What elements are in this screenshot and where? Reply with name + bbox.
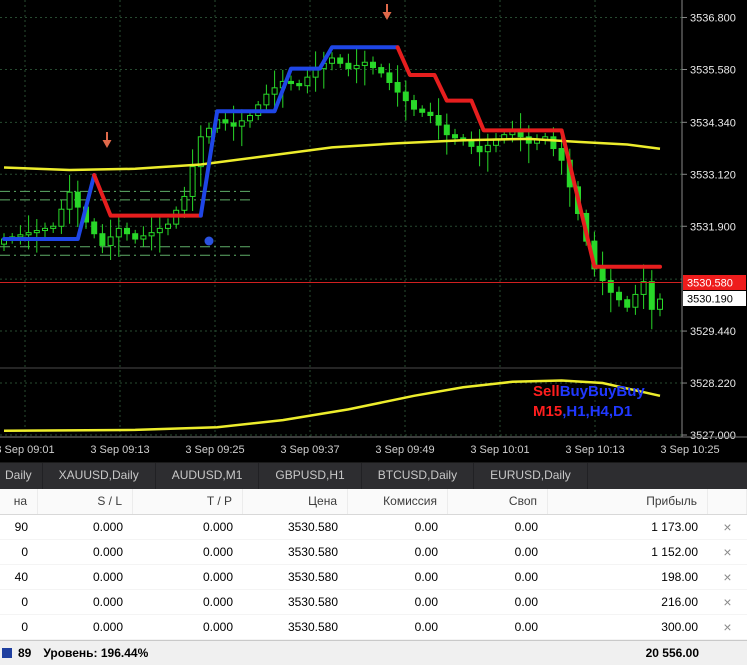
- price-axis-label: 3536.800: [690, 13, 736, 25]
- time-axis-label: 3 Sep 10:25: [660, 444, 719, 456]
- cell-profit: 300.00: [661, 620, 698, 634]
- time-axis-label: 3 Sep 10:01: [470, 444, 529, 456]
- cell-tp: 0.000: [202, 545, 233, 559]
- chart-tab-eurusd-daily[interactable]: EURUSD,Daily: [474, 463, 588, 489]
- price-chart[interactable]: SellBuyBuyBuy M15,H1,H4,D1 3536.800 3535.58…: [0, 0, 747, 462]
- chart-canvas[interactable]: SellBuyBuyBuy M15,H1,H4,D1 3536.800 3535.58…: [0, 0, 747, 462]
- time-axis-label: 3 Sep 09:01: [0, 444, 55, 456]
- signal-direction-label: SellBuyBuyBuy: [533, 383, 645, 400]
- trade-row[interactable]: 0 0.000 0.000 3530.580 0.00 0.00 1 152.00 ×: [0, 540, 747, 565]
- cell-swap: 0.00: [514, 620, 538, 634]
- chart-tabs-bar: Daily XAUUSD,Daily AUDUSD,M1 GBPUSD,H1 BTCUS…: [0, 462, 747, 489]
- price-axis-label: 3531.900: [690, 221, 736, 233]
- trade-row[interactable]: 90 0.000 0.000 3530.580 0.00 0.00 1 173.00 ×: [0, 515, 747, 540]
- close-position-button[interactable]: ×: [708, 515, 747, 539]
- svg-text:3530.580: 3530.580: [687, 277, 733, 289]
- price-axis-label: 3534.340: [690, 117, 736, 129]
- close-position-button[interactable]: ×: [708, 615, 747, 639]
- cell-commission: 0.00: [414, 520, 438, 534]
- column-header-7[interactable]: [708, 489, 747, 514]
- total-profit-value: 20 556.00: [645, 646, 699, 660]
- chart-tab-audusd-m1[interactable]: AUDUSD,M1: [156, 463, 260, 489]
- timeframes-label: M15,H1,H4,D1: [533, 403, 632, 420]
- cell-sl: 0.000: [92, 620, 123, 634]
- cell-open: 90: [14, 520, 28, 534]
- time-axis-label: 3 Sep 09:13: [90, 444, 149, 456]
- cell-swap: 0.00: [514, 545, 538, 559]
- connection-icon: [2, 648, 12, 658]
- cell-open: 40: [14, 570, 28, 584]
- price-axis-label: 3527.000: [690, 430, 736, 442]
- trade-row[interactable]: 0 0.000 0.000 3530.580 0.00 0.00 216.00 ×: [0, 590, 747, 615]
- cell-profit: 1 173.00: [651, 520, 698, 534]
- column-header-2[interactable]: T / P: [133, 489, 243, 514]
- column-header-0[interactable]: на: [0, 489, 38, 514]
- cell-commission: 0.00: [414, 620, 438, 634]
- cell-swap: 0.00: [514, 520, 538, 534]
- cell-swap: 0.00: [514, 570, 538, 584]
- column-header-1[interactable]: S / L: [38, 489, 133, 514]
- close-position-button[interactable]: ×: [708, 540, 747, 564]
- cell-profit: 198.00: [661, 570, 698, 584]
- chart-tab-btcusd-daily[interactable]: BTCUSD,Daily: [362, 463, 475, 489]
- cell-swap: 0.00: [514, 595, 538, 609]
- cell-tp: 0.000: [202, 620, 233, 634]
- terminal-window: SellBuyBuyBuy M15,H1,H4,D1 3536.800 3535.58…: [0, 0, 747, 665]
- column-header-5[interactable]: Своп: [448, 489, 548, 514]
- signal-dot-icon: [204, 236, 214, 246]
- close-position-button[interactable]: ×: [708, 590, 747, 614]
- cell-profit: 1 152.00: [651, 545, 698, 559]
- status-partial-value: 89: [18, 646, 32, 660]
- cell-open: 0: [21, 545, 28, 559]
- trade-row[interactable]: 40 0.000 0.000 3530.580 0.00 0.00 198.00 ×: [0, 565, 747, 590]
- time-axis-label: 3 Sep 09:25: [185, 444, 244, 456]
- cell-price: 3530.580: [287, 620, 338, 634]
- status-bar: 89 Уровень: 196.44% 20 556.00: [0, 640, 747, 665]
- cell-tp: 0.000: [202, 570, 233, 584]
- cell-sl: 0.000: [92, 595, 123, 609]
- svg-text:3530.190: 3530.190: [687, 293, 733, 305]
- cell-tp: 0.000: [202, 595, 233, 609]
- time-axis-label: 3 Sep 09:49: [375, 444, 434, 456]
- cell-open: 0: [21, 595, 28, 609]
- price-axis-label: 3528.220: [690, 378, 736, 390]
- cell-price: 3530.580: [287, 570, 338, 584]
- cell-profit: 216.00: [661, 595, 698, 609]
- column-header-3[interactable]: Цена: [243, 489, 348, 514]
- price-axis-label: 3535.580: [690, 64, 736, 76]
- column-header-6[interactable]: Прибыль: [548, 489, 708, 514]
- cell-sl: 0.000: [92, 570, 123, 584]
- cell-open: 0: [21, 620, 28, 634]
- trade-table-header: на S / LT / P Цена Комиссия Своп Прибыль: [0, 489, 747, 515]
- cell-price: 3530.580: [287, 545, 338, 559]
- chart-tab-gbpusd-h1[interactable]: GBPUSD,H1: [259, 463, 362, 489]
- cell-commission: 0.00: [414, 545, 438, 559]
- column-header-4[interactable]: Комиссия: [348, 489, 448, 514]
- margin-level-label: Уровень: 196.44%: [43, 646, 149, 660]
- price-axis-label: 3533.120: [690, 169, 736, 181]
- time-axis-label: 3 Sep 10:13: [565, 444, 624, 456]
- close-position-button[interactable]: ×: [708, 565, 747, 589]
- cell-price: 3530.580: [287, 520, 338, 534]
- cell-tp: 0.000: [202, 520, 233, 534]
- cell-sl: 0.000: [92, 520, 123, 534]
- cell-sl: 0.000: [92, 545, 123, 559]
- cell-commission: 0.00: [414, 570, 438, 584]
- price-axis-label: 3529.440: [690, 326, 736, 338]
- chart-tab-xauusd-daily[interactable]: XAUUSD,Daily: [43, 463, 156, 489]
- trade-row[interactable]: 0 0.000 0.000 3530.580 0.00 0.00 300.00 ×: [0, 615, 747, 640]
- time-axis-label: 3 Sep 09:37: [280, 444, 339, 456]
- chart-tab-daily[interactable]: Daily: [0, 463, 43, 489]
- cell-commission: 0.00: [414, 595, 438, 609]
- trade-table: на S / LT / P Цена Комиссия Своп Прибыль 90 0.0…: [0, 489, 747, 640]
- cell-price: 3530.580: [287, 595, 338, 609]
